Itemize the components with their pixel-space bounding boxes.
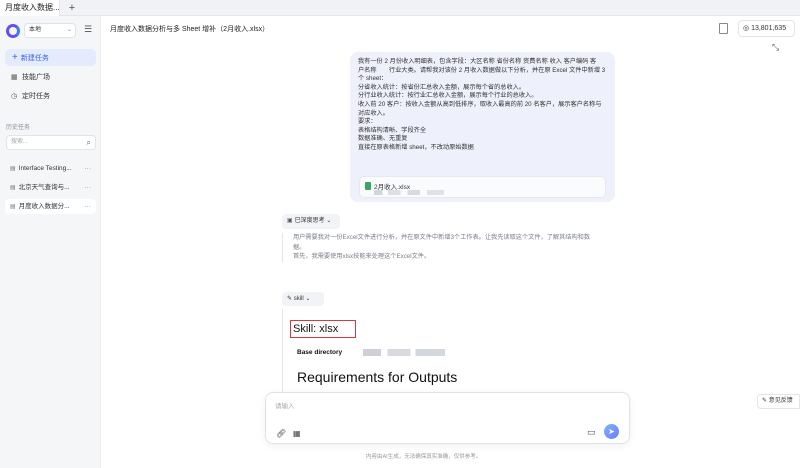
message-line: 个 sheet： xyxy=(358,75,388,83)
user-message-bubble: 我有一份 2 月份收入明细表，包含字段：大区名称 省份名称 资费名称 收入 客户… xyxy=(350,52,615,202)
history-item-label: 月度收入数据分... xyxy=(18,203,70,210)
attachment-card[interactable]: 2月收入.xlsx xyxy=(359,176,606,198)
thinking-line: 据。 xyxy=(293,243,306,251)
workspace-select[interactable]: 本地 ⌄ xyxy=(24,23,76,38)
thinking-line: 用户需要我对一份Excel文件进行分析，并在原文件中新增3个工作表。让我先读取这… xyxy=(293,234,591,241)
chat-icon: ▤ xyxy=(10,185,16,191)
edit-icon: ✎ xyxy=(762,398,769,404)
conversation-header: 月度收入数据分析与多 Sheet 增补（2月收入.xlsx） ◎ 13,801,… xyxy=(101,16,800,41)
message-line: 直接在原表格新增 sheet，不改动原始数据 xyxy=(358,143,474,151)
workspace-label: 本地 xyxy=(29,27,42,33)
message-line: 我有一份 2 月份收入明细表，包含字段：大区名称 省份名称 资费名称 收入 客户… xyxy=(358,58,597,65)
sidebar-item-label: 技能广场 xyxy=(22,74,50,81)
history-item-label: Interface Testing... xyxy=(18,165,72,172)
history-item[interactable]: ▤ Interface Testing... ··· xyxy=(5,161,96,176)
message-line: 数据准确、无重复 xyxy=(358,135,408,143)
chat-icon: ▤ xyxy=(10,204,16,210)
history-item[interactable]: ▤ 北京天气查询与... ··· xyxy=(5,180,96,195)
skill-chip-label: skill xyxy=(293,296,304,302)
thinking-line: 首先，我需要使用xlsx技能来处理这个Excel文件。 xyxy=(293,253,431,260)
message-line: 要求： xyxy=(358,118,377,126)
document-icon[interactable] xyxy=(719,23,728,34)
thinking-label: 已深度思考 xyxy=(294,218,325,224)
browser-tab-bar: 月度收入数据... + xyxy=(0,0,800,16)
history-search-input[interactable]: 搜索... ⌕ xyxy=(6,135,96,150)
chat-input-box[interactable]: 请输入 🔗︎ ▦ ▭ ➤ xyxy=(265,392,630,444)
disclaimer-text: 内容由AI生成，无法确保真实准确，仅供参考。 xyxy=(366,454,482,460)
feedback-button[interactable]: ✎ 意见反馈 xyxy=(757,394,800,409)
history-section-label: 历史任务 xyxy=(6,125,31,131)
chevron-down-icon: ⌄ xyxy=(66,27,72,33)
table-icon[interactable]: ▦ xyxy=(293,429,301,438)
message-line: 对应收入。 xyxy=(358,109,389,117)
search-icon[interactable]: ⌕ xyxy=(87,136,91,149)
search-placeholder: 搜索... xyxy=(11,139,29,145)
requirements-heading: Requirements for Outputs xyxy=(297,369,458,385)
sidebar: 本地 ⌄ ☰ + 新建任务 ▦ 技能广场 ◷ 定时任务 历史任务 搜索... ⌕ ▤ I… xyxy=(0,16,101,468)
grid-icon: ▦ xyxy=(11,74,18,81)
coin-icon: ◎ xyxy=(743,25,752,32)
new-task-button[interactable]: + 新建任务 xyxy=(5,49,96,66)
sidebar-item-label: 定时任务 xyxy=(22,93,50,100)
more-icon[interactable]: ··· xyxy=(85,161,92,176)
thinking-icon: ▣ xyxy=(287,218,293,224)
app-logo-icon xyxy=(6,24,20,38)
chat-icon: ▤ xyxy=(10,166,16,172)
sidebar-toggle-icon[interactable]: ☰ xyxy=(82,23,94,35)
credits-value: 13,801,635 xyxy=(751,25,787,32)
browser-tab[interactable]: 月度收入数据... xyxy=(0,0,60,16)
chevron-down-icon: ⌄ xyxy=(324,218,332,224)
conversation-title: 月度收入数据分析与多 Sheet 增补（2月收入.xlsx） xyxy=(110,26,270,33)
redacted-file-info xyxy=(374,190,444,195)
highlight-annotation-box xyxy=(290,320,356,338)
tool-icon: ✎ xyxy=(287,296,294,302)
redacted-base-directory xyxy=(363,349,445,356)
clock-icon: ◷ xyxy=(11,93,18,100)
collapse-arrows-icon[interactable]: ⤡ xyxy=(772,42,779,53)
base-directory-label: Base directory xyxy=(297,349,343,356)
attach-icon[interactable]: 🔗︎ xyxy=(276,429,286,438)
new-task-label: 新建任务 xyxy=(20,55,49,62)
more-icon[interactable]: ··· xyxy=(85,199,92,214)
history-item-label: 北京天气查询与... xyxy=(18,184,70,191)
plus-icon: + xyxy=(12,52,18,63)
more-icon[interactable]: ··· xyxy=(85,180,92,195)
new-tab-button[interactable]: + xyxy=(64,0,80,16)
skill-chip[interactable]: ✎ skill ⌄ xyxy=(282,292,324,306)
excel-file-icon xyxy=(365,182,371,190)
send-button[interactable]: ➤ xyxy=(604,424,619,439)
credits-badge[interactable]: ◎ 13,801,635 xyxy=(738,20,795,37)
message-line: 户名称 行业大类。请帮我对该份 2 月收入数据做以下分析，并在原 Excel 文… xyxy=(358,66,606,74)
book-icon[interactable]: ▭ xyxy=(587,427,596,438)
message-line: 分行业收入统计：按行业汇总收入金额，展示每个行业的总收入。 xyxy=(358,92,538,100)
chevron-down-icon: ⌄ xyxy=(303,296,311,302)
message-line: 收入前 20 客户：按收入金额从高到低排序，取收入最高的前 20 名客户，展示客… xyxy=(358,100,602,108)
deep-thinking-toggle[interactable]: ▣ 已深度思考 ⌄ xyxy=(282,214,340,229)
chat-input-placeholder: 请输入 xyxy=(275,403,295,410)
thinking-content: 用户需要我对一份Excel文件进行分析，并在原文件中新增3个工作表。让我先读取这… xyxy=(282,233,618,262)
feedback-label: 意见反馈 xyxy=(768,398,793,404)
skill-document: Skill: xlsx Base directory Requirements … xyxy=(282,309,618,394)
history-item-active[interactable]: ▤ 月度收入数据分... ··· xyxy=(5,199,96,214)
sidebar-item-skills[interactable]: ▦ 技能广场 xyxy=(5,70,96,86)
sidebar-item-scheduled[interactable]: ◷ 定时任务 xyxy=(5,89,96,105)
